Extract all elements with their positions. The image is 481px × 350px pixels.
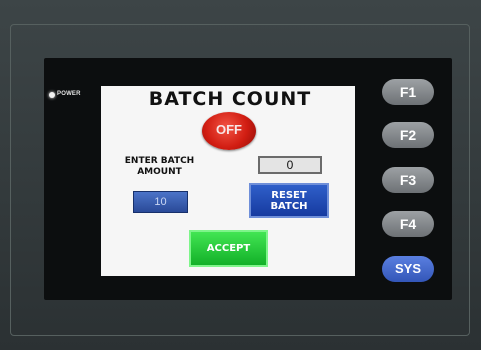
f1-key[interactable]: F1	[382, 79, 434, 105]
f4-key[interactable]: F4	[382, 211, 434, 237]
batch-count-display: 0	[258, 156, 322, 174]
power-label: POWER	[57, 91, 81, 97]
enter-batch-amount-label: ENTER BATCH AMOUNT	[107, 156, 212, 178]
page-title: BATCH COUNT	[148, 88, 312, 110]
sys-key[interactable]: SYS	[382, 256, 434, 282]
off-button[interactable]: OFF	[202, 112, 256, 150]
enter-label-line1: ENTER BATCH	[124, 156, 195, 166]
reset-line1: RESET	[271, 190, 307, 201]
batch-amount-input[interactable]: 10	[133, 191, 188, 213]
reset-line2: BATCH	[270, 201, 308, 212]
enter-label-line2: AMOUNT	[137, 167, 182, 177]
power-led-icon	[49, 92, 55, 98]
reset-batch-button[interactable]: RESET BATCH	[249, 183, 329, 218]
accept-button[interactable]: ACCEPT	[189, 230, 268, 267]
f3-key[interactable]: F3	[382, 167, 434, 193]
off-button-label: OFF	[216, 122, 242, 137]
f2-key[interactable]: F2	[382, 122, 434, 148]
